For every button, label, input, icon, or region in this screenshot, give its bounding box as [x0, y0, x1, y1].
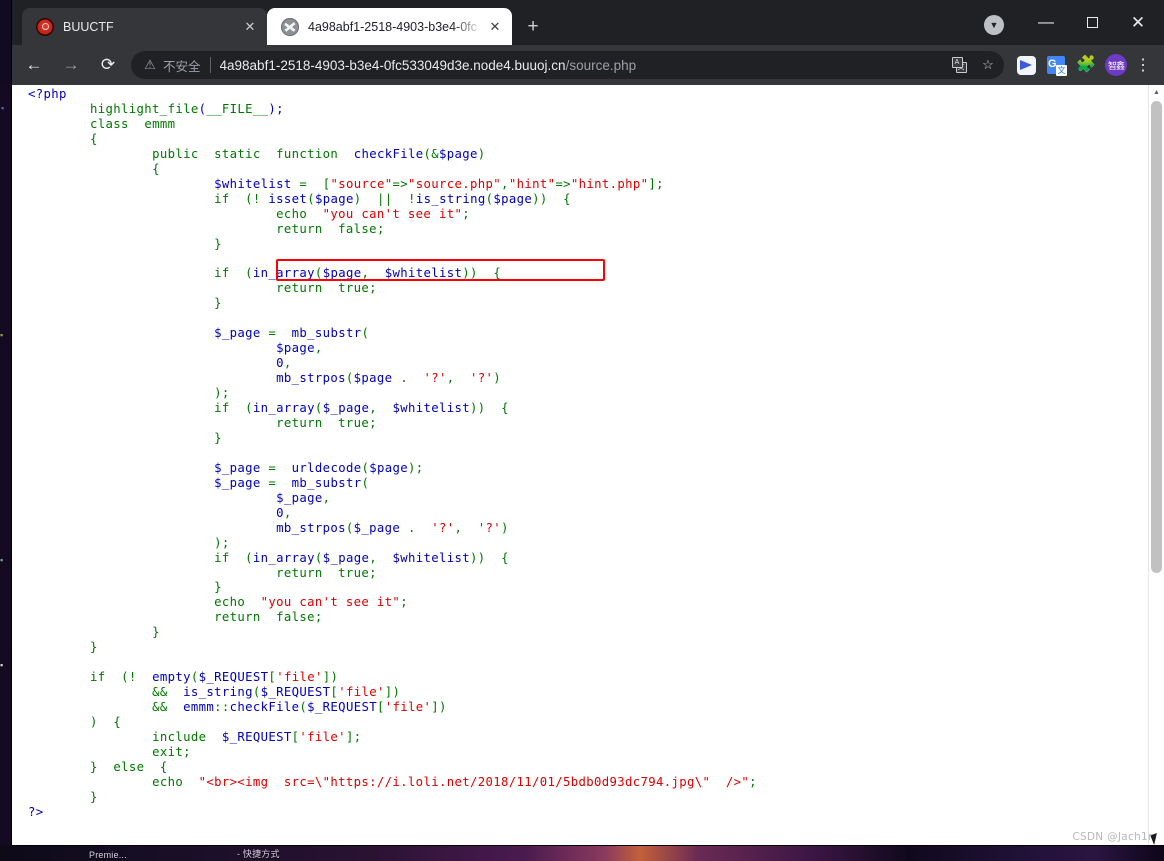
tab-buuctf-close-icon[interactable]: ✕ — [239, 16, 261, 38]
omnibox-divider — [209, 57, 211, 73]
translate-icon[interactable] — [946, 52, 972, 78]
close-window-button[interactable]: ✕ — [1115, 0, 1161, 45]
desktop-taskbar-strip — [0, 843, 1164, 861]
google-translate-extension-icon[interactable] — [1042, 51, 1070, 79]
globe-icon — [281, 17, 299, 36]
desktop-fleck-1: ▪ — [1, 103, 5, 113]
window-controls: — ✕ — [1023, 0, 1164, 45]
php-code-block: <?php highlight_file(__FILE__); class em… — [28, 87, 757, 819]
new-tab-button[interactable]: + — [520, 14, 546, 40]
puzzle-extensions-icon[interactable]: 🧩 — [1072, 51, 1100, 79]
tab-source-php[interactable]: 4a98abf1-2518-4903-b3e4-0fc ✕ — [267, 8, 512, 45]
tab-buuctf-title: BUUCTF — [63, 19, 114, 34]
forward-button[interactable]: → — [56, 50, 86, 80]
not-secure-label: 不安全 — [163, 59, 201, 74]
url-text: 4a98abf1-2518-4903-b3e4-0fc533049d3e.nod… — [220, 58, 637, 73]
desktop-left-strip: ▪ ▪ ▪ ▪ — [0, 85, 12, 845]
not-secure-warning-icon[interactable]: ⚠ — [142, 57, 158, 73]
desktop-fleck-2: ▪ — [0, 330, 4, 340]
profile-avatar[interactable]: 智鑫 — [1102, 51, 1130, 79]
maximize-button[interactable] — [1069, 0, 1115, 45]
desktop-icon-label-2: - 快捷方式 — [237, 849, 280, 859]
minimize-button[interactable]: — — [1023, 0, 1069, 45]
blue-bird-extension-icon[interactable] — [1012, 51, 1040, 79]
profile-caret-icon[interactable]: ▼ — [984, 15, 1004, 35]
chrome-menu-icon[interactable]: ⋮ — [1130, 50, 1156, 80]
browser-toolbar: ← → ⟳ ⚠ 不安全 4a98abf1-2518-4903-b3e4-0fc5… — [12, 45, 1164, 85]
extensions-area: 🧩 智鑫 ⋮ — [1010, 50, 1164, 80]
csdn-watermark: CSDN @Jach1n — [1072, 831, 1155, 843]
buuctf-shield-icon — [36, 17, 54, 36]
avatar-label: 智鑫 — [1105, 54, 1127, 76]
chrome-browser-window: BUUCTF ✕ 4a98abf1-2518-4903-b3e4-0fc ✕ +… — [12, 0, 1164, 845]
php-source-listing: <?php highlight_file(__FILE__); class em… — [12, 85, 1149, 845]
omnibox-trailing-icons: ☆ — [946, 52, 1004, 78]
back-button[interactable]: ← — [19, 50, 49, 80]
desktop-icon-label-1: Premie... — [89, 850, 127, 860]
desktop-fleck-4: ▪ — [0, 660, 4, 670]
page-viewport: <?php highlight_file(__FILE__); class em… — [12, 85, 1164, 845]
tab-strip: BUUCTF ✕ 4a98abf1-2518-4903-b3e4-0fc ✕ +… — [12, 0, 1164, 45]
address-bar[interactable]: ⚠ 不安全 4a98abf1-2518-4903-b3e4-0fc533049d… — [131, 51, 1004, 79]
page-scrollbar[interactable]: ▲ — [1148, 85, 1164, 845]
reload-button[interactable]: ⟳ — [93, 50, 123, 80]
scrollbar-up-arrow-icon[interactable]: ▲ — [1149, 85, 1164, 100]
bookmark-star-icon[interactable]: ☆ — [975, 52, 1001, 78]
tab-source-php-close-icon[interactable]: ✕ — [484, 16, 506, 38]
url-path: /source.php — [565, 57, 637, 73]
scrollbar-thumb[interactable] — [1151, 101, 1162, 573]
tab-buuctf[interactable]: BUUCTF ✕ — [22, 8, 267, 45]
tab-source-php-title: 4a98abf1-2518-4903-b3e4-0fc — [308, 19, 477, 34]
desktop-fleck-3: ▪ — [0, 555, 4, 565]
url-host: 4a98abf1-2518-4903-b3e4-0fc533049d3e.nod… — [219, 57, 566, 73]
